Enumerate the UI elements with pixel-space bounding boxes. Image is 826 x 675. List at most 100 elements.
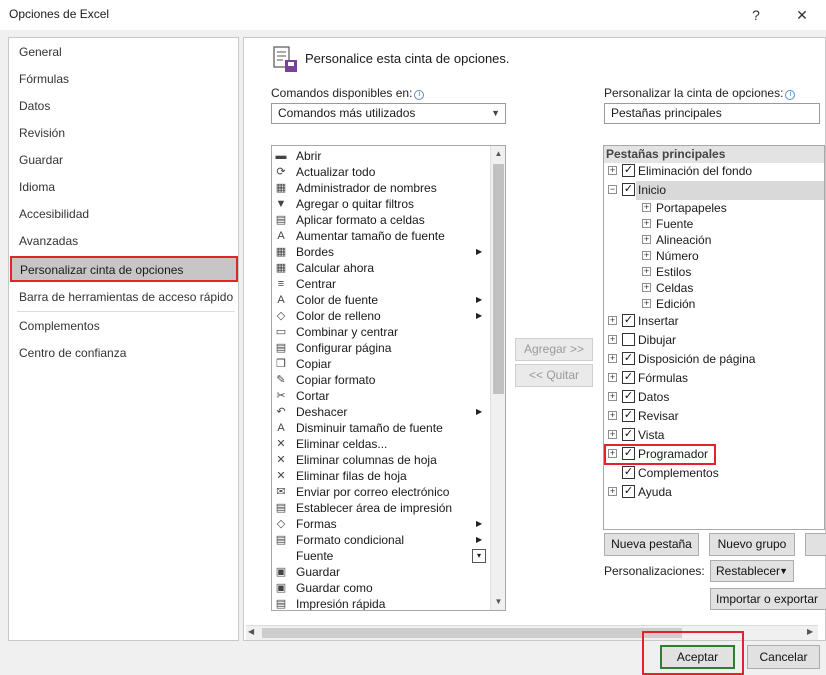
- new-tab-button[interactable]: Nueva pestaña: [604, 533, 699, 556]
- command-item[interactable]: ✕ Eliminar columnas de hoja: [272, 452, 487, 468]
- scroll-left-icon[interactable]: ◀: [248, 627, 254, 636]
- tab-checkbox[interactable]: ✓: [622, 164, 635, 177]
- command-item[interactable]: ▣ Guardar: [272, 564, 487, 580]
- tree-tab-item[interactable]: − ✓ Inicio: [604, 181, 824, 200]
- expand-icon[interactable]: +: [608, 166, 617, 175]
- command-item[interactable]: ▼ Agregar o quitar filtros: [272, 196, 487, 212]
- command-item[interactable]: ✕ Eliminar celdas...: [272, 436, 487, 452]
- command-item[interactable]: ✂ Cortar: [272, 388, 487, 404]
- command-item[interactable]: ▤ Configurar página: [272, 340, 487, 356]
- collapse-icon[interactable]: −: [608, 185, 617, 194]
- expand-icon[interactable]: +: [608, 354, 617, 363]
- tab-checkbox[interactable]: ✓: [622, 485, 635, 498]
- nav-item-centro-confianza[interactable]: Centro de confianza: [19, 344, 126, 362]
- tab-checkbox[interactable]: ✓: [622, 466, 635, 479]
- tree-tab-item[interactable]: + ✓ Fórmulas: [604, 369, 824, 387]
- command-item[interactable]: Fuente ▾: [272, 548, 487, 564]
- expand-icon[interactable]: +: [642, 299, 651, 308]
- nav-item-revision[interactable]: Revisión: [19, 124, 65, 142]
- command-item[interactable]: ▬ Abrir: [272, 148, 487, 164]
- expand-icon[interactable]: +: [642, 203, 651, 212]
- tree-tab-item[interactable]: + ✓ Disposición de página: [604, 350, 824, 368]
- ok-button[interactable]: Aceptar: [660, 645, 735, 669]
- expand-icon[interactable]: +: [642, 251, 651, 260]
- tab-checkbox[interactable]: ✓: [622, 428, 635, 441]
- command-item[interactable]: A Color de fuente ▶: [272, 292, 487, 308]
- close-button[interactable]: ✕: [790, 4, 814, 26]
- command-item[interactable]: ▦ Administrador de nombres: [272, 180, 487, 196]
- commands-list[interactable]: ▬ Abrir ⟳ Actualizar todo ▦ Administrador de …: [271, 145, 506, 611]
- reset-button[interactable]: Restablecer ▼: [710, 560, 794, 582]
- expand-icon[interactable]: +: [608, 411, 617, 420]
- command-item[interactable]: ▤ Impresión rápida: [272, 596, 487, 610]
- rename-button[interactable]: [805, 533, 826, 556]
- commands-available-combo[interactable]: Comandos más utilizados ▼: [271, 103, 506, 124]
- tab-checkbox[interactable]: ✓: [622, 314, 635, 327]
- scroll-thumb[interactable]: [493, 164, 504, 394]
- command-item[interactable]: ▤ Aplicar formato a celdas: [272, 212, 487, 228]
- tree-tab-item[interactable]: + ✓ Revisar: [604, 407, 824, 425]
- expand-icon[interactable]: +: [608, 335, 617, 344]
- nav-item-barra-acceso-rapido[interactable]: Barra de herramientas de acceso rápido: [19, 288, 233, 306]
- command-item[interactable]: ⟳ Actualizar todo: [272, 164, 487, 180]
- tree-tab-item[interactable]: + ✓ Eliminación del fondo: [604, 162, 824, 180]
- command-item[interactable]: A Disminuir tamaño de fuente: [272, 420, 487, 436]
- command-item[interactable]: ◇ Formas ▶: [272, 516, 487, 532]
- hscroll-thumb[interactable]: [262, 628, 682, 638]
- command-item[interactable]: ✉ Enviar por correo electrónico: [272, 484, 487, 500]
- cancel-button[interactable]: Cancelar: [747, 645, 820, 669]
- tab-checkbox[interactable]: ✓: [622, 409, 635, 422]
- add-button[interactable]: Agregar >>: [515, 338, 593, 361]
- tab-checkbox[interactable]: ✓: [622, 352, 635, 365]
- tree-tab-item[interactable]: + Dibujar: [604, 331, 824, 349]
- scroll-up-icon[interactable]: ▲: [491, 146, 505, 162]
- commands-scrollbar[interactable]: ▲ ▼: [490, 146, 505, 610]
- scroll-right-icon[interactable]: ▶: [807, 627, 813, 636]
- nav-item-idioma[interactable]: Idioma: [19, 178, 55, 196]
- expand-icon[interactable]: +: [642, 267, 651, 276]
- nav-item-avanzadas[interactable]: Avanzadas: [19, 232, 78, 250]
- customize-ribbon-combo[interactable]: Pestañas principales: [604, 103, 820, 124]
- expand-icon[interactable]: +: [608, 487, 617, 496]
- scroll-down-icon[interactable]: ▼: [491, 594, 505, 610]
- expand-icon[interactable]: +: [608, 430, 617, 439]
- expand-icon[interactable]: +: [642, 235, 651, 244]
- expand-icon[interactable]: +: [608, 373, 617, 382]
- tab-checkbox[interactable]: ✓: [622, 183, 635, 196]
- command-item[interactable]: ❐ Copiar: [272, 356, 487, 372]
- command-item[interactable]: ▦ Bordes ▶: [272, 244, 487, 260]
- command-item[interactable]: ↶ Deshacer ▶: [272, 404, 487, 420]
- command-item[interactable]: ▭ Combinar y centrar: [272, 324, 487, 340]
- tab-checkbox[interactable]: ✓: [622, 390, 635, 403]
- command-item[interactable]: ▦ Calcular ahora: [272, 260, 487, 276]
- nav-item-datos[interactable]: Datos: [19, 97, 50, 115]
- command-item[interactable]: ▣ Guardar como: [272, 580, 487, 596]
- command-item[interactable]: ✎ Copiar formato: [272, 372, 487, 388]
- command-item[interactable]: A Aumentar tamaño de fuente: [272, 228, 487, 244]
- nav-item-accesibilidad[interactable]: Accesibilidad: [19, 205, 89, 223]
- tree-tab-item[interactable]: + ✓ Programador: [604, 444, 824, 465]
- tree-tab-item[interactable]: + ✓ Datos: [604, 388, 824, 406]
- remove-button[interactable]: << Quitar: [515, 364, 593, 387]
- nav-item-complementos[interactable]: Complementos: [19, 317, 100, 335]
- command-item[interactable]: ▤ Formato condicional ▶: [272, 532, 487, 548]
- ribbon-tabs-tree[interactable]: Pestañas principales + ✓ Eliminación del f…: [603, 145, 825, 530]
- nav-item-general[interactable]: General: [19, 43, 62, 61]
- tab-checkbox[interactable]: [622, 333, 635, 346]
- expand-icon[interactable]: +: [608, 392, 617, 401]
- command-item[interactable]: ◇ Color de relleno ▶: [272, 308, 487, 324]
- command-item[interactable]: ✕ Eliminar filas de hoja: [272, 468, 487, 484]
- command-item[interactable]: ≡ Centrar: [272, 276, 487, 292]
- expand-icon[interactable]: +: [608, 316, 617, 325]
- tree-tab-item[interactable]: + ✓ Ayuda: [604, 483, 824, 501]
- tree-tab-item[interactable]: + ✓ Vista: [604, 426, 824, 444]
- nav-item-guardar[interactable]: Guardar: [19, 151, 63, 169]
- command-item[interactable]: ▤ Establecer área de impresión: [272, 500, 487, 516]
- new-group-button[interactable]: Nuevo grupo: [709, 533, 795, 556]
- tree-tab-item[interactable]: ✓ Complementos: [604, 464, 824, 482]
- nav-item-personalizar-cinta[interactable]: Personalizar cinta de opciones: [10, 256, 238, 282]
- tree-tab-item[interactable]: + ✓ Insertar: [604, 312, 824, 330]
- help-button[interactable]: ?: [744, 4, 768, 26]
- expand-icon[interactable]: +: [642, 219, 651, 228]
- tab-checkbox[interactable]: ✓: [622, 371, 635, 384]
